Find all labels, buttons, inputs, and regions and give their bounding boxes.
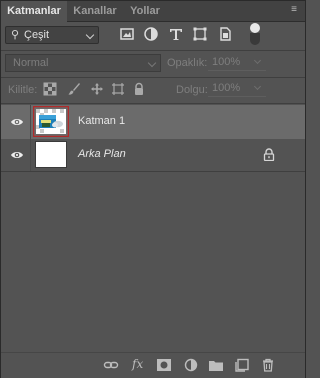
divider: [1, 103, 305, 104]
lock-transparent-pixels-icon[interactable]: [43, 82, 57, 96]
lock-all-icon[interactable]: [132, 82, 146, 96]
filter-kind-select[interactable]: ⚲ Çeşit: [5, 26, 99, 44]
adjustment-layer-icon[interactable]: [183, 358, 199, 372]
divider: [1, 171, 305, 172]
layer-thumbnail[interactable]: [33, 106, 69, 137]
eye-icon[interactable]: [10, 116, 24, 128]
group-folder-icon[interactable]: [208, 358, 224, 372]
layer-separator: [30, 105, 31, 139]
layer-row-arka-plan[interactable]: Arka Plan: [1, 138, 305, 172]
blend-mode-label: Normal: [13, 57, 49, 69]
tab-bar: Katmanlar Kanallar Yollar ≡: [1, 1, 305, 22]
lock-image-pixels-icon[interactable]: [67, 82, 81, 96]
blend-mode-select[interactable]: Normal: [5, 54, 161, 72]
toggle-track: [250, 33, 260, 45]
lock-icon: [263, 148, 275, 161]
opacity-field[interactable]: 100%: [208, 54, 266, 71]
fill-label: Dolgu:: [176, 84, 208, 96]
trash-icon[interactable]: [260, 358, 276, 372]
chevron-down-icon: [253, 56, 262, 65]
shape-filter-icon[interactable]: [191, 25, 209, 43]
eye-icon[interactable]: [10, 149, 24, 161]
layer-separator: [30, 138, 31, 172]
mask-icon[interactable]: [156, 358, 172, 372]
tab-yollar[interactable]: Yollar: [123, 1, 167, 21]
layer-row-katman-1[interactable]: Katman 1: [1, 105, 305, 139]
panel-menu-icon[interactable]: ≡: [289, 5, 299, 15]
search-icon: ⚲: [11, 29, 20, 41]
filter-row: ⚲ Çeşit: [1, 22, 305, 48]
fx-icon[interactable]: fx: [132, 357, 143, 371]
adjustment-filter-icon[interactable]: [142, 25, 160, 43]
lock-row: Kilitle: Dolgu: 100%: [1, 79, 305, 101]
divider: [1, 77, 305, 78]
opacity-value: 100%: [212, 56, 241, 68]
panel-footer: fx: [1, 352, 305, 378]
toggle-knob: [250, 23, 260, 33]
chevron-down-icon: [85, 30, 95, 40]
lock-position-icon[interactable]: [90, 82, 104, 96]
smart-object-filter-icon[interactable]: [216, 25, 234, 43]
layer-name[interactable]: Katman 1: [78, 115, 125, 127]
chevron-down-icon: [253, 82, 262, 91]
filter-toggle[interactable]: [250, 23, 260, 45]
opacity-label: Opaklık:: [167, 57, 208, 69]
layer-thumbnail[interactable]: [35, 141, 67, 168]
type-filter-icon[interactable]: [167, 25, 185, 43]
pixel-filter-icon[interactable]: [118, 25, 136, 43]
tab-katmanlar[interactable]: Katmanlar: [1, 1, 67, 22]
lock-artboard-icon[interactable]: [111, 82, 125, 96]
filter-kind-label: Çeşit: [24, 29, 50, 41]
fill-field[interactable]: 100%: [208, 80, 266, 97]
tab-kanallar[interactable]: Kanallar: [67, 1, 123, 21]
blend-row: Normal Opaklık: 100%: [1, 51, 305, 75]
new-layer-icon[interactable]: [234, 358, 250, 372]
chevron-down-icon: [147, 58, 157, 68]
lock-label: Kilitle:: [8, 84, 38, 96]
layer-name[interactable]: Arka Plan: [78, 148, 126, 160]
link-layers-icon[interactable]: [103, 358, 119, 372]
fill-value: 100%: [212, 82, 241, 94]
layers-panel: Katmanlar Kanallar Yollar ≡ ⚲ Çeşit Norm…: [0, 0, 306, 378]
